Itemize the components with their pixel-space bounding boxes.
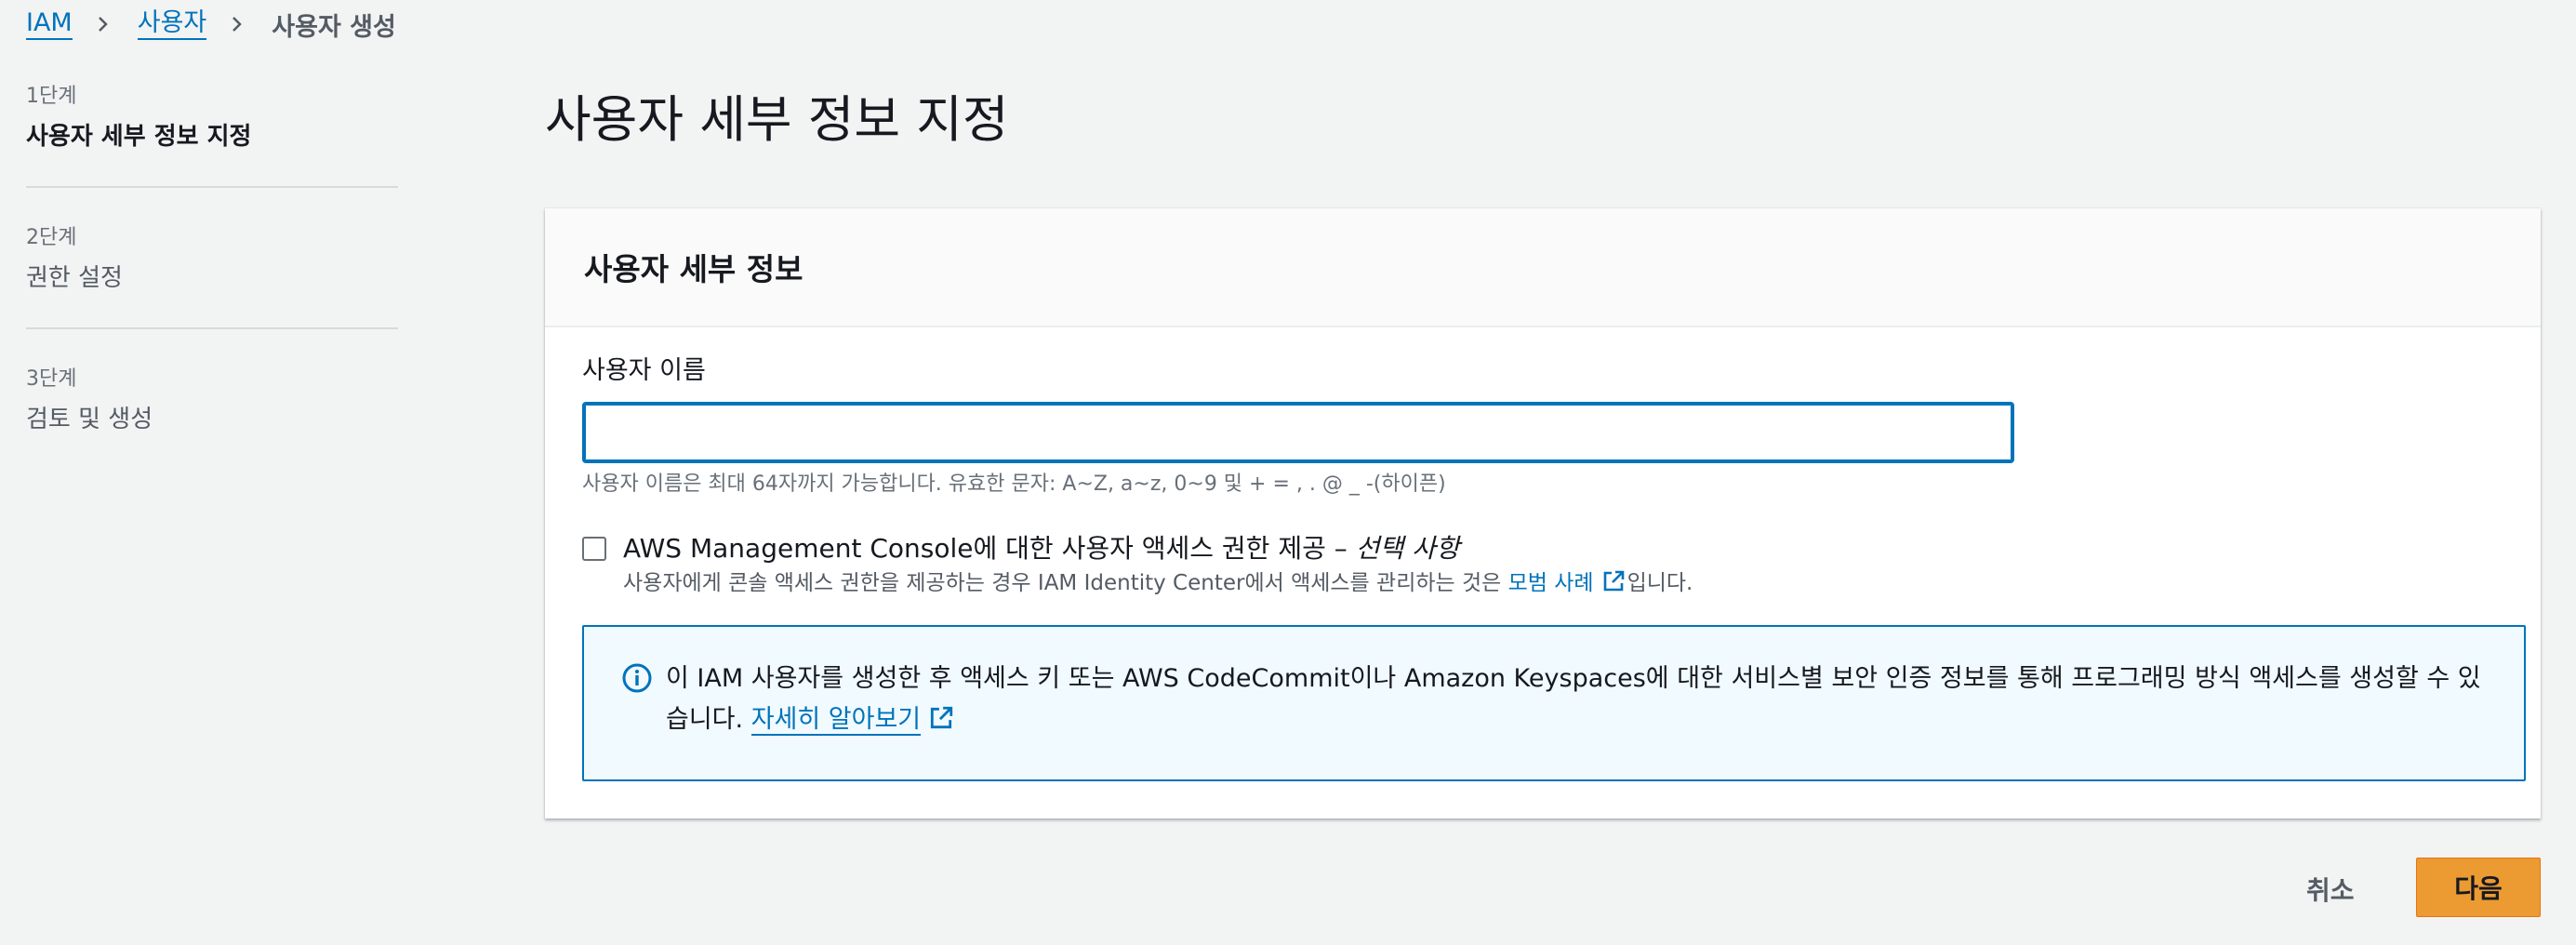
info-alert: 이 IAM 사용자를 생성한 후 액세스 키 또는 AWS CodeCommit… (582, 625, 2526, 781)
wizard-steps: 1단계 사용자 세부 정보 지정 2단계 권한 설정 3단계 검토 및 생성 (26, 84, 398, 506)
best-practice-link[interactable]: 모범 사례 (1508, 571, 1594, 595)
user-details-panel: 사용자 세부 정보 사용자 이름 사용자 이름은 최대 64자까지 가능합니다.… (545, 208, 2541, 819)
step-label: 검토 및 생성 (26, 406, 153, 433)
breadcrumb-link-users[interactable]: 사용자 (137, 8, 207, 40)
step-label: 권한 설정 (26, 264, 123, 292)
page-title: 사용자 세부 정보 지정 (545, 90, 1009, 149)
username-input[interactable] (582, 402, 2014, 463)
step-3: 3단계 검토 및 생성 (26, 366, 398, 469)
chevron-right-icon (229, 16, 246, 33)
console-access-title: AWS Management Console에 대한 사용자 액세스 권한 제공… (623, 532, 1693, 566)
breadcrumb-current: 사용자 생성 (272, 12, 396, 42)
optional-label: 선택 사항 (1355, 533, 1460, 564)
panel-title: 사용자 세부 정보 (584, 251, 803, 287)
step-1: 1단계 사용자 세부 정보 지정 (26, 84, 398, 188)
username-label: 사용자 이름 (582, 356, 706, 385)
learn-more-link[interactable]: 자세히 알아보기 (750, 705, 922, 736)
external-link-icon[interactable] (928, 703, 954, 744)
console-access-option: AWS Management Console에 대한 사용자 액세스 권한 제공… (582, 532, 2503, 601)
step-label: 사용자 세부 정보 지정 (26, 123, 252, 151)
next-button[interactable]: 다음 (2416, 858, 2541, 917)
info-icon (621, 662, 653, 698)
username-constraint: 사용자 이름은 최대 64자까지 가능합니다. 유효한 문자: A~Z, a~z… (582, 472, 1446, 496)
chevron-right-icon (95, 16, 112, 33)
step-number: 2단계 (26, 226, 77, 249)
cancel-button[interactable]: 취소 (2291, 859, 2370, 919)
step-number: 3단계 (26, 367, 77, 391)
step-2: 2단계 권한 설정 (26, 225, 398, 329)
console-access-checkbox[interactable] (582, 537, 606, 561)
console-access-title-text: AWS Management Console에 대한 사용자 액세스 권한 제공 (623, 533, 1326, 564)
console-access-description: 사용자에게 콘솔 액세스 권한을 제공하는 경우 IAM Identity Ce… (623, 569, 1693, 601)
console-access-text: AWS Management Console에 대한 사용자 액세스 권한 제공… (623, 532, 1693, 601)
title-dash: – (1325, 533, 1356, 564)
panel-body: 사용자 이름 사용자 이름은 최대 64자까지 가능합니다. 유효한 문자: A… (545, 327, 2541, 781)
console-access-desc-suffix: 입니다. (1627, 571, 1693, 595)
info-text: 이 IAM 사용자를 생성한 후 액세스 키 또는 AWS CodeCommit… (666, 659, 2487, 744)
breadcrumb: IAM 사용자 사용자 생성 (26, 7, 396, 42)
external-link-icon[interactable] (1601, 569, 1626, 601)
console-access-desc-prefix: 사용자에게 콘솔 액세스 권한을 제공하는 경우 IAM Identity Ce… (623, 571, 1508, 595)
panel-header: 사용자 세부 정보 (545, 208, 2541, 327)
step-number: 1단계 (26, 85, 77, 108)
breadcrumb-link-iam[interactable]: IAM (26, 8, 73, 40)
